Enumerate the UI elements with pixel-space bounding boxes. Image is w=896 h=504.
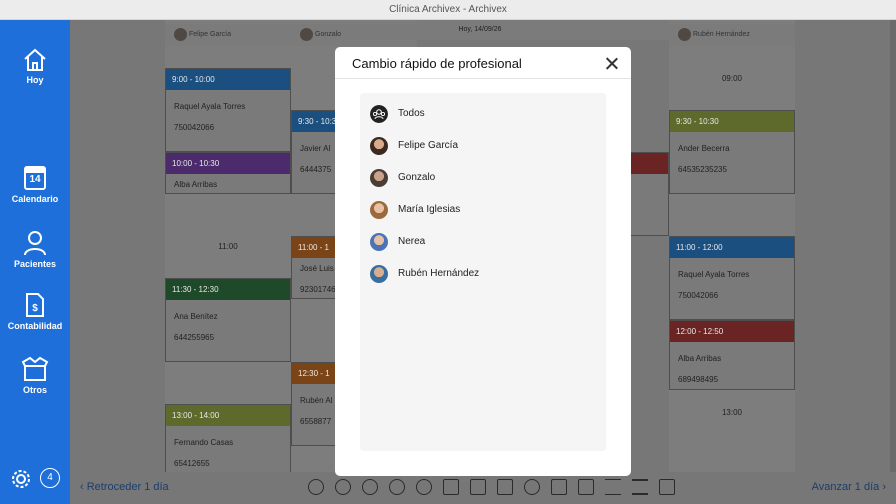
modal-title: Cambio rápido de profesional [352, 56, 522, 71]
professional-name: Todos [398, 108, 425, 119]
avatar [370, 137, 388, 155]
professional-item-maria[interactable]: María Iglesias [370, 199, 596, 223]
professional-item-ruben[interactable]: Rubén Hernández [370, 263, 596, 287]
professional-name: Rubén Hernández [398, 268, 480, 279]
professional-name: Gonzalo [398, 172, 436, 183]
avatar [370, 201, 388, 219]
professional-name: María Iglesias [398, 204, 461, 215]
professional-switch-modal: Cambio rápido de profesional Todos Felip… [335, 47, 631, 476]
divider [335, 78, 631, 79]
professional-name: Nerea [398, 236, 426, 247]
avatar [370, 169, 388, 187]
avatar [370, 265, 388, 283]
professional-list: Todos Felipe García Gonzalo María Iglesi… [360, 93, 606, 451]
professional-item-todos[interactable]: Todos [370, 103, 596, 127]
avatar [370, 233, 388, 251]
professional-item-nerea[interactable]: Nerea [370, 231, 596, 255]
professional-name: Felipe García [398, 140, 459, 151]
professional-item-felipe[interactable]: Felipe García [370, 135, 596, 159]
close-icon[interactable] [604, 56, 620, 72]
group-icon [370, 105, 388, 123]
professional-item-gonzalo[interactable]: Gonzalo [370, 167, 596, 191]
